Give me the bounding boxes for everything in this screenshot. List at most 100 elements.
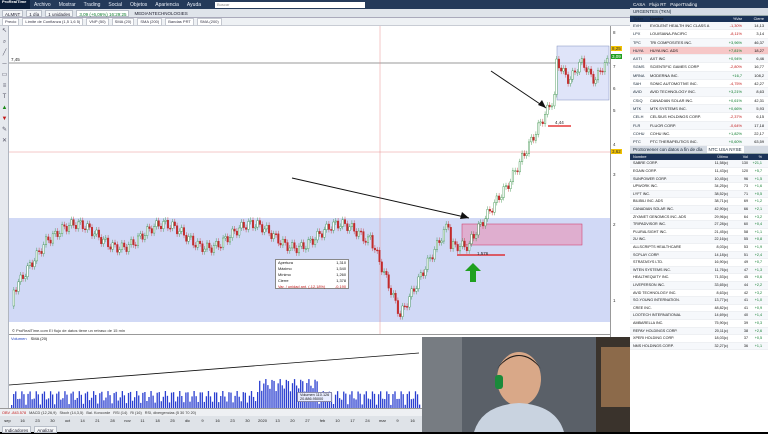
list-item[interactable]: AVID AVID TECHNOLOGY INC. +3,21% 8,63 xyxy=(630,88,768,97)
list-item[interactable]: FLR FLUOR CORP. -0,64% 17,18 xyxy=(630,121,768,130)
list-item[interactable]: PTC PTC THERAPEUTICS INC. +0,60% 63,59 xyxy=(630,138,768,147)
screener-row[interactable]: AMBARELLA INC. 75,90(c) 39 +0,3 xyxy=(630,320,768,328)
company: LOOTECH INTERNATIONAL xyxy=(633,313,682,318)
screener-row[interactable]: AVID TECHNOLOGY INC. 8,63(c) 42 +3,2 xyxy=(630,290,768,298)
screener-row[interactable]: BILIBILI INC. ADS 38,71(c) 69 +1,2 xyxy=(630,198,768,207)
indicator-tag[interactable]: SMA (20) xyxy=(111,17,135,26)
list-item[interactable]: MRNA MODERNA INC. +16,7 108,2 xyxy=(630,71,768,81)
legend-item[interactable]: RSI (14) xyxy=(113,411,127,415)
indicator-tag[interactable]: Límite de Confianza (1,5 1,6 5) xyxy=(22,17,84,26)
menu-trading[interactable]: Trading xyxy=(80,2,105,8)
screener-row[interactable]: PLURALSIGHT INC. 21,45(c) 58 +1,1 xyxy=(630,229,768,237)
indicator-tag[interactable]: SMA (200) xyxy=(196,17,222,26)
cursor-icon[interactable]: ↖ xyxy=(0,26,9,37)
screener-row[interactable]: HEALTHEQUITY INC. 71,53(c) 45 +0,6 xyxy=(630,274,768,282)
tab-casa[interactable]: CASA xyxy=(633,2,645,7)
list-item[interactable]: SGMS SCIENTIFIC GAMES CORP -2,80% 16,77 xyxy=(630,63,768,72)
screener-row[interactable]: XPERI HOLDING CORP. 18,03(c) 37 +0,5 xyxy=(630,335,768,343)
screener-row[interactable]: LYFT INC. 38,52(c) 71 +0,5 xyxy=(630,190,768,199)
hline-icon[interactable]: ─ xyxy=(0,59,9,70)
trash-icon[interactable]: ✕ xyxy=(0,136,9,147)
candle xyxy=(334,220,337,223)
menu-objetos[interactable]: Objetos xyxy=(126,2,151,8)
candle xyxy=(169,227,172,230)
analyze-button[interactable]: Analizar xyxy=(34,425,57,433)
tab-flujo[interactable]: Flujo RT xyxy=(649,2,666,7)
screener-row[interactable]: CREE INC. 48,82(c) 41 +0,9 xyxy=(630,305,768,313)
screener-row[interactable]: TRIPADVISOR INC. 27,28(c) 60 +0,4 xyxy=(630,221,768,229)
screener-row[interactable]: CANADIAN SOLAR INC. 42,90(c) 66 +2,1 xyxy=(630,206,768,214)
list-item[interactable]: LPX LOUISIANA-PACIFIC -8,11% 3,14 xyxy=(630,30,768,39)
units-select[interactable]: 1 unidades xyxy=(45,9,74,17)
screener-row[interactable]: SO-YOUNG INTERNATION. 13,77(c) 41 +1,0 xyxy=(630,297,768,305)
legend-item[interactable]: MACD (12,26,9) xyxy=(29,411,56,415)
indicator-tag[interactable]: Precio xyxy=(2,17,20,26)
legend-item[interactable]: Bal. Koncorde xyxy=(86,411,110,415)
candle xyxy=(176,225,179,235)
legend-item[interactable]: OBV -843.578 xyxy=(2,411,26,415)
menu-social[interactable]: Social xyxy=(104,2,126,8)
candle xyxy=(357,230,360,237)
screener-row[interactable]: 2U INC. 22,16(c) 55 +0,8 xyxy=(630,236,768,244)
legend-item[interactable]: Stoch (14,3,5) xyxy=(60,411,84,415)
indicator-tag[interactable]: VNP (50) xyxy=(86,17,109,26)
list-item[interactable]: EVH EVOLENT HEALTH INC CLASS A -1,30% 14,13 xyxy=(630,22,768,31)
screener-row[interactable]: LIVEPERSON INC. 33,65(c) 44 +2,2 xyxy=(630,281,768,290)
legend-item[interactable]: RSI, divergencias (5 30 70 20) xyxy=(145,411,196,415)
menu-ayuda[interactable]: Ayuda xyxy=(183,2,205,8)
screener-row[interactable]: LOOTECH INTERNATIONAL 14,69(c) 40 +1,4 xyxy=(630,312,768,320)
screener-row[interactable]: REPAY HOLDINGS CORP. 20,11(c) 38 +2,6 xyxy=(630,327,768,336)
list-item[interactable]: CELH CELSIUS HOLDINGS CORP. -2,37% 6,15 xyxy=(630,113,768,122)
timeframe-select[interactable]: 1 día xyxy=(26,9,43,17)
company: CANADIAN SOLAR INC. xyxy=(650,97,694,103)
screener-row[interactable]: SCPLAY CORP. 14,18(c) 51 +2,4 xyxy=(630,251,768,260)
zoom-icon[interactable]: ⌕ xyxy=(0,37,9,48)
screener-row[interactable]: ZIYANET GENOMICS INC. ADS 29,96(c) 64 +3,2 xyxy=(630,214,768,222)
volume-bar xyxy=(228,392,230,409)
list-item[interactable]: AXTI AXT INC +0,94% 6,46 xyxy=(630,55,768,64)
screener-row[interactable]: STRATASYS LTD. 16,90(c) 49 +0,7 xyxy=(630,259,768,267)
candle xyxy=(422,272,425,276)
indicators-button[interactable]: Indicadores xyxy=(2,425,32,433)
list-item[interactable]: MTK MTK SYSTEMS INC. +0,66% 5,93 xyxy=(630,104,768,114)
last-price: 18,03(c) xyxy=(714,336,728,341)
watchlist-title[interactable]: URGENTES (TKN) xyxy=(630,8,768,16)
pencil-icon[interactable]: ✎ xyxy=(0,125,9,136)
volume-bar xyxy=(78,391,80,409)
screener-row[interactable]: ALLSCRIPTS HEALTHCARE 8,03(c) 53 +1,9 xyxy=(630,244,768,252)
indicator-tag[interactable]: Bandas PRT xyxy=(165,17,194,26)
screener-row[interactable]: EGAIN CORP. 11,43(c) 120 +5,7 xyxy=(630,168,768,176)
list-item[interactable]: COHU COHU INC. +1,82% 22,17 xyxy=(630,130,768,139)
screener-row[interactable]: SABRE CORP. 11,58(c) 130 +21,1 xyxy=(630,160,768,169)
menu-mostrar[interactable]: Mostrar xyxy=(55,2,80,8)
volume-bar xyxy=(293,379,296,409)
symbol-field[interactable]: ALMNT xyxy=(2,9,24,17)
candle xyxy=(507,185,510,189)
line-icon[interactable]: ╱ xyxy=(0,48,9,59)
arrow-up-icon[interactable]: ▲ xyxy=(0,103,9,114)
screener-title[interactable]: ProScreener con datos a fin de día NTC U… xyxy=(630,146,768,155)
list-item[interactable]: HUYA HUYA INC. ADS +7,81% 18,27 xyxy=(630,46,768,56)
list-item[interactable]: SAH SONIC AUTOMOTIVE INC. -4,75% 42,27 xyxy=(630,80,768,89)
list-item[interactable]: TPC TRI COMPOSITES INC. +3,96% 46,37 xyxy=(630,38,768,47)
screener-row[interactable]: WTEN SYSTEMS INC. 11,76(c) 47 +1,3 xyxy=(630,266,768,275)
search-input[interactable]: Buscar xyxy=(215,1,366,8)
screener-row[interactable]: SUNPOWER CORP. 10,45(c) 96 +1,5 xyxy=(630,175,768,184)
legend-item[interactable]: Ri (16) xyxy=(130,411,141,415)
menu-apariencia[interactable]: Apariencia xyxy=(151,2,183,8)
arrow-down-icon[interactable]: ▼ xyxy=(0,114,9,125)
list-item[interactable]: CSIQ CANADIAN SOLAR INC. +0,61% 42,31 xyxy=(630,97,768,105)
candle xyxy=(95,229,98,235)
price-axis[interactable]: 8 7 6 5 4 3 2 1 8,25 3,62 3,09 xyxy=(610,26,630,334)
last-price: 33,65(c) xyxy=(714,282,728,287)
tab-papertrading[interactable]: PaperTrading xyxy=(670,2,697,7)
volume-bar xyxy=(263,383,265,409)
indicator-tag[interactable]: SMA (200) xyxy=(137,17,163,26)
fib-icon[interactable]: ≡ xyxy=(0,81,9,92)
candle xyxy=(525,153,528,156)
screener-row[interactable]: UPWORK INC. 34,25(c) 73 +1,6 xyxy=(630,183,768,191)
rect-icon[interactable]: ▭ xyxy=(0,70,9,81)
screener-row[interactable]: NMS HOLDINGS CORP. 32,27(c) 36 +1,1 xyxy=(630,342,768,351)
text-icon[interactable]: T xyxy=(0,92,9,103)
menu-archivo[interactable]: Archivo xyxy=(30,2,55,8)
